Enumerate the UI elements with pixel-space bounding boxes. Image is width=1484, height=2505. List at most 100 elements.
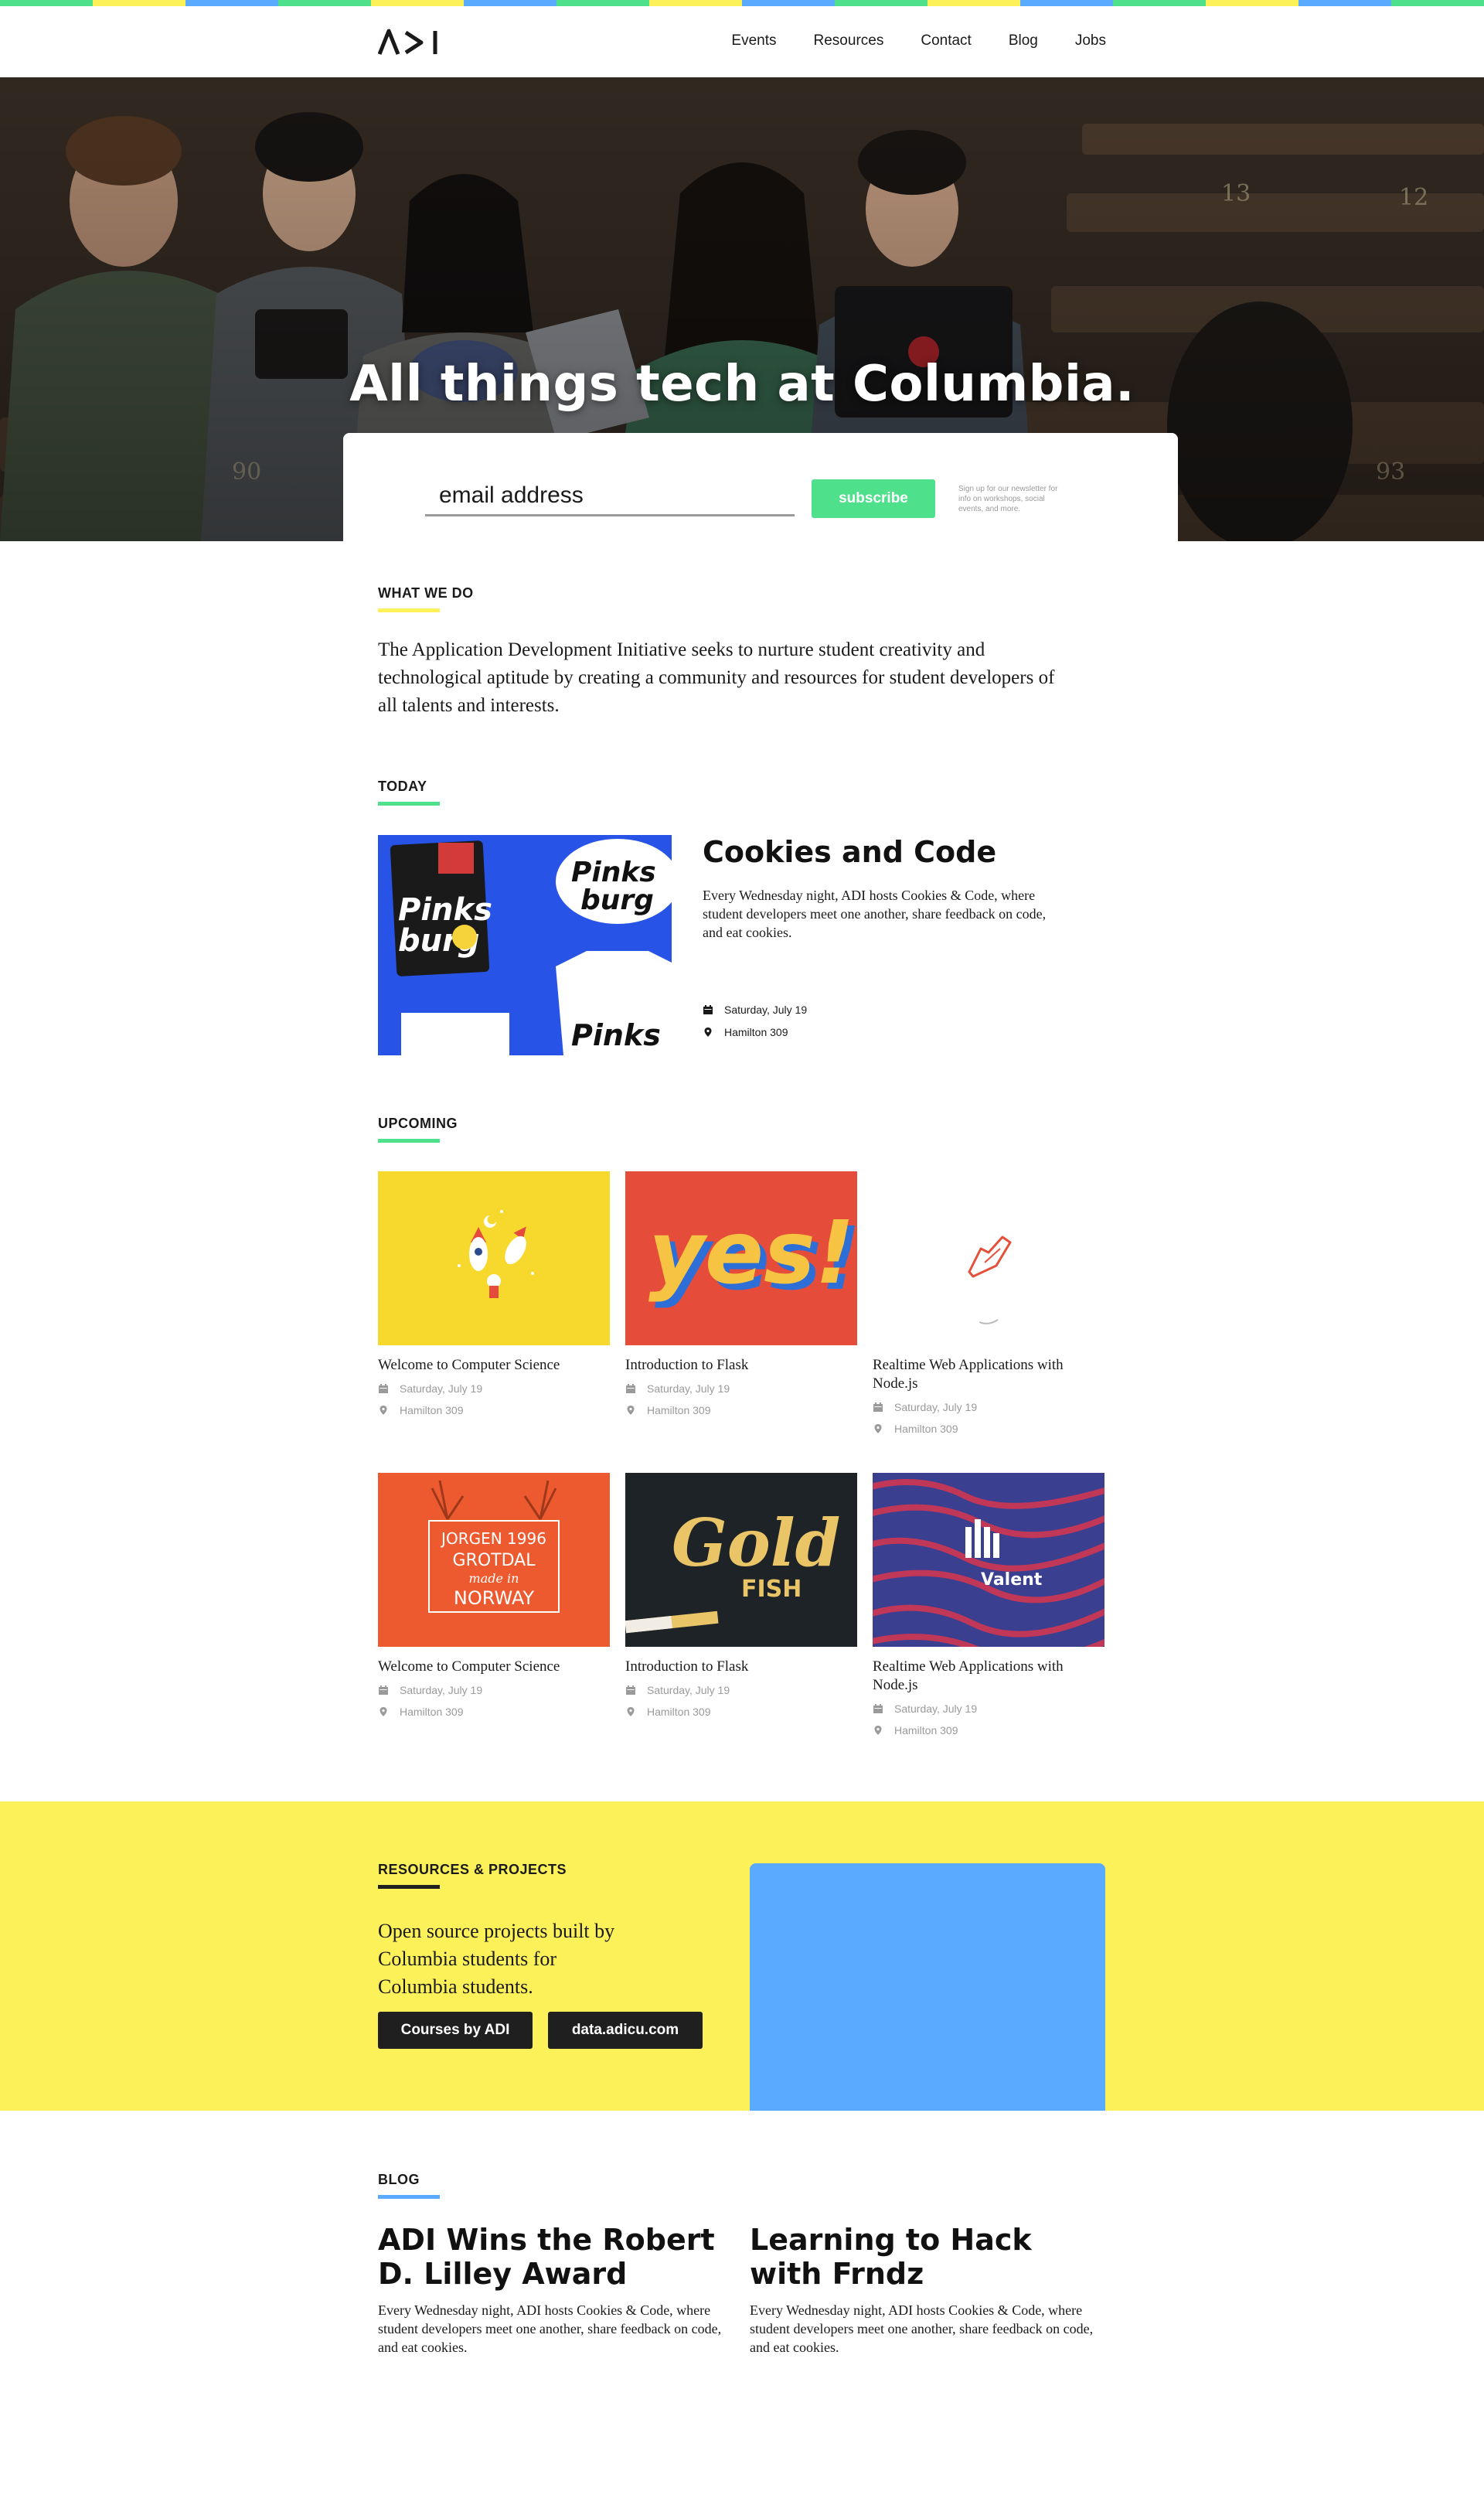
blog-post-title[interactable]: Learning to Hack with Frndz	[750, 2223, 1105, 2291]
pinkburg-image: Pinks burg Pinks burg Pinks	[378, 835, 672, 1055]
event-card-date: Saturday, July 19	[647, 1382, 730, 1395]
calendar-icon	[379, 1685, 388, 1695]
today-date: Saturday, July 19	[724, 1004, 808, 1016]
stripe-segment	[186, 0, 278, 6]
stripe-segment	[1298, 0, 1391, 6]
section-label-blog: BLOG	[378, 2172, 420, 2187]
jorgen-deer-poster: JORGEN 1996 GROTDAL made in NORWAY	[378, 1473, 610, 1647]
stripe-segment	[371, 0, 464, 6]
event-card-location: Hamilton 309	[647, 1404, 711, 1416]
event-card-location: Hamilton 309	[400, 1706, 464, 1718]
subscribe-button[interactable]: subscribe	[812, 479, 935, 518]
section-underline-dark	[378, 1885, 440, 1889]
event-card-date: Saturday, July 19	[400, 1684, 483, 1696]
event-card-location-row: Hamilton 309	[873, 1423, 1104, 1435]
event-card[interactable]: Gold FISH Introduction to Flask Saturday…	[625, 1473, 857, 1718]
today-event-description: Every Wednesday night, ADI hosts Cookies…	[703, 888, 1047, 940]
event-card-location-row: Hamilton 309	[378, 1404, 610, 1416]
event-card-date-row: Saturday, July 19	[625, 1382, 857, 1395]
yes-text: yes!	[648, 1203, 855, 1304]
rocket-illustration	[378, 1171, 610, 1345]
nav-blog[interactable]: Blog	[1009, 32, 1038, 49]
event-card-date: Saturday, July 19	[894, 1702, 978, 1715]
event-card-location-row: Hamilton 309	[378, 1706, 610, 1718]
event-card-date-row: Saturday, July 19	[378, 1684, 610, 1696]
section-label-today: TODAY	[378, 779, 427, 794]
calendar-icon	[873, 1402, 883, 1412]
pinks-shirt-text: Pinks	[571, 1018, 661, 1052]
today-date-row: Saturday, July 19	[703, 1004, 807, 1016]
event-card-date-row: Saturday, July 19	[625, 1684, 857, 1696]
yes-lettering: yes! yes!	[625, 1171, 857, 1345]
calendar-icon	[379, 1384, 388, 1393]
jorgen-line-3: made in	[469, 1571, 519, 1586]
stripe-segment	[93, 0, 186, 6]
today-event-title[interactable]: Cookies and Code	[703, 835, 996, 869]
section-underline-yellow	[378, 608, 440, 612]
stripe-segment	[649, 0, 742, 6]
location-pin-icon	[874, 1726, 882, 1735]
stripe-segment	[1113, 0, 1206, 6]
stripe-segment	[1206, 0, 1298, 6]
event-card[interactable]: JORGEN 1996 GROTDAL made in NORWAY Welco…	[378, 1473, 610, 1718]
nav-jobs[interactable]: Jobs	[1075, 32, 1106, 49]
event-card-title: Realtime Web Applications with Node.js	[873, 1357, 1064, 1392]
intro-text: The Application Development Initiative s…	[378, 639, 1055, 716]
location-pin-icon	[627, 1406, 635, 1415]
section-underline-green	[378, 802, 440, 806]
newsletter-signup-card: subscribe Sign up for our newsletter for…	[343, 433, 1178, 541]
stripe-segment	[928, 0, 1020, 6]
stripe-segment	[0, 0, 93, 6]
stripe-segment	[278, 0, 371, 6]
event-card-location-row: Hamilton 309	[625, 1706, 857, 1718]
event-card-title: Welcome to Computer Science	[378, 1357, 560, 1373]
stripe-segment	[1391, 0, 1484, 6]
event-card-title: Introduction to Flask	[625, 1357, 749, 1373]
event-card[interactable]: Realtime Web Applications with Node.js S…	[873, 1171, 1104, 1435]
calendar-icon	[873, 1704, 883, 1713]
location-pin-icon	[380, 1707, 387, 1716]
stripe-segment	[742, 0, 835, 6]
event-card-date-row: Saturday, July 19	[873, 1401, 1104, 1413]
location-pin-icon	[874, 1424, 882, 1433]
event-card-date: Saturday, July 19	[400, 1382, 483, 1395]
nav-contact[interactable]: Contact	[921, 32, 971, 49]
data-adicu-button[interactable]: data.adicu.com	[548, 2012, 703, 2049]
burg-sticker-text: burg	[580, 884, 654, 916]
event-card-location: Hamilton 309	[400, 1404, 464, 1416]
courses-by-adi-button[interactable]: Courses by ADI	[378, 2012, 533, 2049]
event-card-location-row: Hamilton 309	[625, 1404, 857, 1416]
event-card-location-row: Hamilton 309	[873, 1724, 1104, 1736]
pinks-sticker-text: Pinks	[571, 857, 656, 888]
resources-blue-panel	[750, 1863, 1105, 2111]
nav-resources[interactable]: Resources	[814, 32, 884, 49]
event-card-date-row: Saturday, July 19	[378, 1382, 610, 1395]
signup-note: Sign up for our newsletter for info on w…	[958, 485, 1058, 513]
today-location: Hamilton 309	[724, 1026, 788, 1038]
event-card[interactable]: Valent Realtime Web Applications with No…	[873, 1473, 1104, 1736]
blog-post-description: Every Wednesday night, ADI hosts Cookies…	[750, 2302, 1094, 2355]
event-card-title: Realtime Web Applications with Node.js	[873, 1658, 1064, 1693]
stripe-segment	[464, 0, 556, 6]
valent-text: Valent	[981, 1570, 1043, 1590]
gold-text: Gold	[672, 1505, 840, 1581]
event-card-date-row: Saturday, July 19	[873, 1702, 1104, 1715]
event-card-location: Hamilton 309	[647, 1706, 711, 1718]
event-card[interactable]: yes! yes! Introduction to Flask Saturday…	[625, 1171, 857, 1416]
calendar-icon	[626, 1384, 635, 1393]
section-label-upcoming: UPCOMING	[378, 1116, 458, 1131]
sneaker-illustration	[873, 1171, 1104, 1345]
main-nav: Events Resources Contact Blog Jobs	[731, 32, 1106, 49]
gold-fish-lettering: Gold FISH	[625, 1473, 857, 1647]
location-pin-icon	[704, 1028, 712, 1037]
section-underline-blue	[378, 2195, 440, 2199]
today-location-row: Hamilton 309	[703, 1026, 788, 1038]
email-input[interactable]	[425, 476, 795, 516]
nav-events[interactable]: Events	[731, 32, 776, 49]
event-card-title: Welcome to Computer Science	[378, 1658, 560, 1675]
calendar-icon	[703, 1005, 713, 1014]
event-card[interactable]: Welcome to Computer Science Saturday, Ju…	[378, 1171, 610, 1416]
adi-logo[interactable]	[378, 26, 448, 57]
today-event-image[interactable]: Pinks burg Pinks burg Pinks	[378, 835, 672, 1055]
blog-post-title[interactable]: ADI Wins the Robert D. Lilley Award	[378, 2223, 733, 2291]
